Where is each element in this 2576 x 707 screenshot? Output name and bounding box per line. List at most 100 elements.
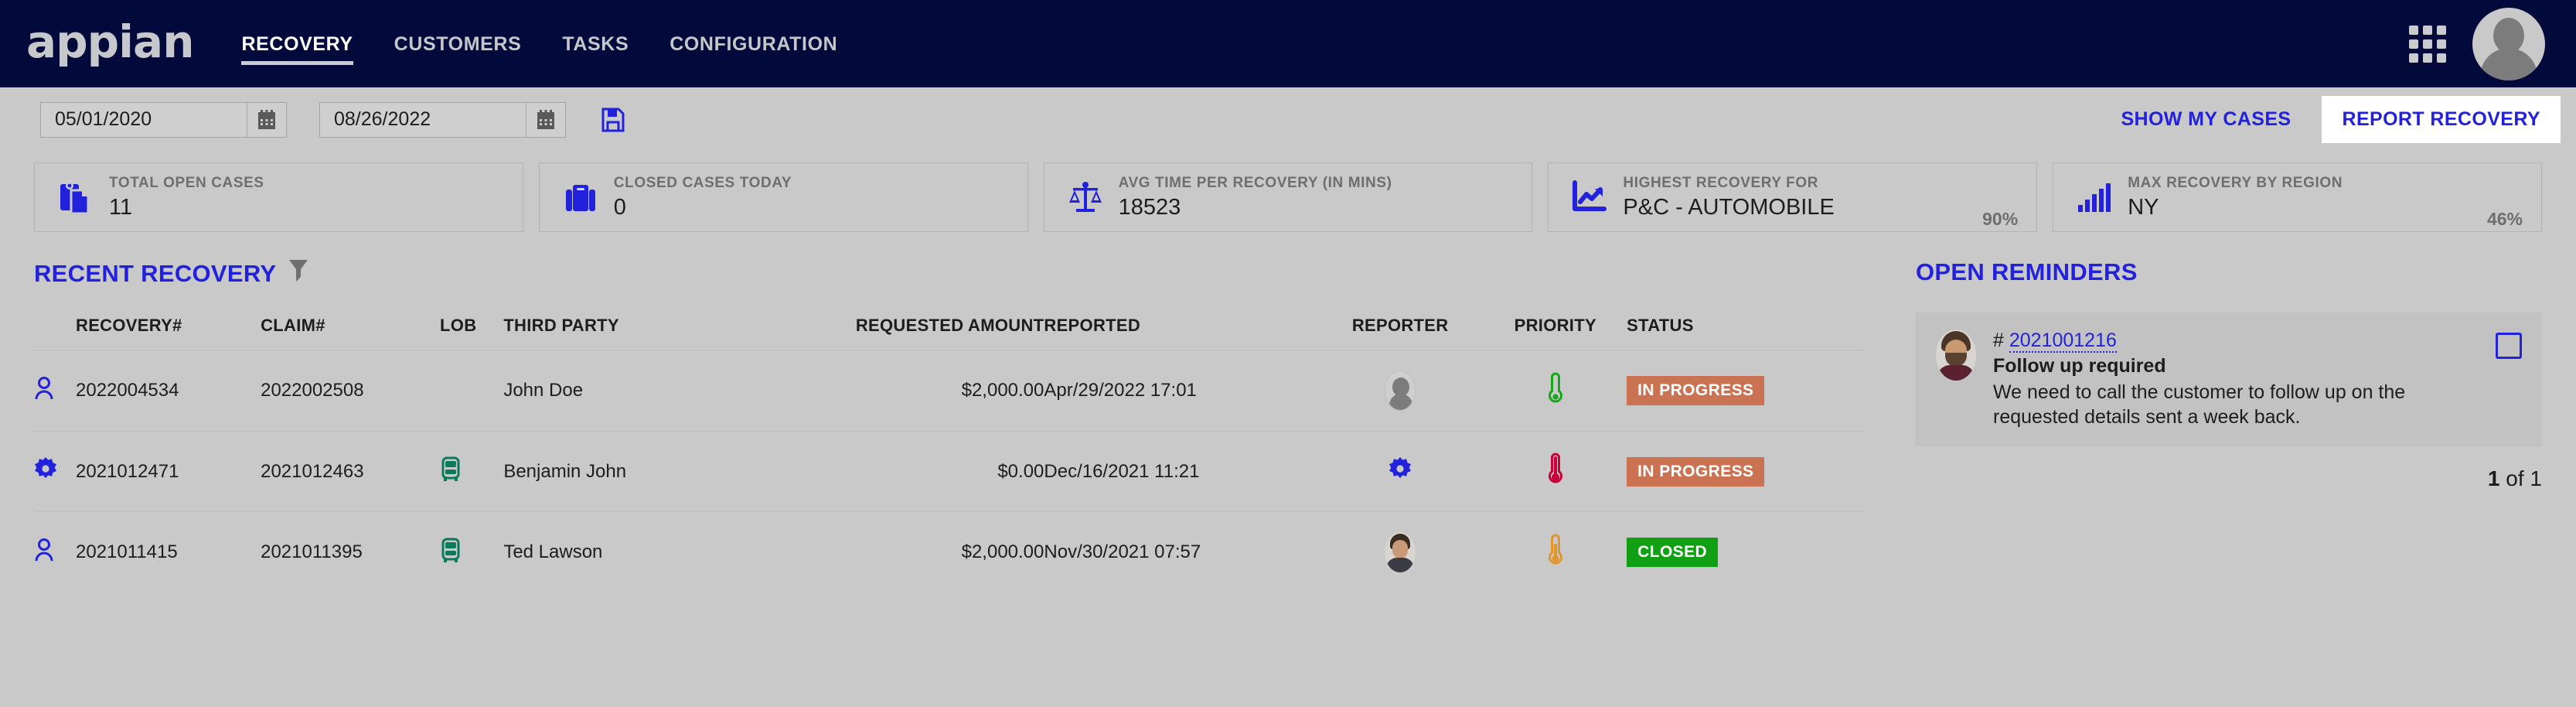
cell-priority bbox=[1484, 431, 1627, 512]
reminder-id-line: # 2021001216 bbox=[1993, 330, 2479, 353]
status-badge: CLOSED bbox=[1627, 538, 1719, 567]
page-current: 1 bbox=[2487, 466, 2500, 490]
col-third-party: THIRD PARTY bbox=[503, 316, 619, 335]
kpi-percent: 46% bbox=[2486, 209, 2523, 229]
reminder-title: Follow up required bbox=[1993, 355, 2166, 377]
cell-lob bbox=[440, 350, 504, 432]
cell-requested-amount: $0.00 bbox=[717, 431, 1044, 512]
filter-bar: SHOW MY CASES REPORT RECOVERY bbox=[0, 87, 2576, 152]
nav-item-configuration[interactable]: CONFIGURATION bbox=[670, 4, 837, 84]
user-avatar[interactable] bbox=[2472, 7, 2545, 80]
briefcase-icon bbox=[558, 180, 603, 214]
cell-status: IN PROGRESS bbox=[1627, 431, 1866, 512]
kpi-card-avg-time-per-recovery[interactable]: AVG TIME PER RECOVERY (IN MINS) 18523 bbox=[1043, 162, 1533, 232]
reminder-body: # 2021001216 Follow up required We need … bbox=[1993, 330, 2479, 429]
main-content: RECENT RECOVERY RECOVERY# CLAIM# LOB THI… bbox=[0, 258, 2576, 593]
start-date-calendar-icon[interactable] bbox=[247, 102, 286, 137]
bar-chart-icon bbox=[2072, 180, 2117, 214]
kpi-body: TOTAL OPEN CASES 11 bbox=[109, 175, 504, 220]
cell-third-party[interactable]: Ted Lawson bbox=[503, 511, 717, 593]
gear-icon bbox=[34, 457, 57, 485]
kpi-card-total-open-cases[interactable]: TOTAL OPEN CASES 11 bbox=[34, 162, 523, 232]
table-header-row: RECOVERY# CLAIM# LOB THIRD PARTY REQUEST… bbox=[34, 316, 1866, 350]
reminder-id-link[interactable]: 2021001216 bbox=[2009, 330, 2117, 353]
thermometer-orange-icon bbox=[1547, 533, 1564, 572]
end-date-input[interactable] bbox=[320, 102, 526, 137]
end-date-calendar-icon[interactable] bbox=[526, 102, 565, 137]
kpi-card-max-recovery-by-region[interactable]: MAX RECOVERY BY REGION NY 46% bbox=[2053, 162, 2542, 232]
cell-claim-number[interactable]: 2021012463 bbox=[261, 431, 441, 512]
cell-recovery-number[interactable]: 2022004534 bbox=[76, 350, 261, 432]
person-photo-avatar bbox=[1936, 330, 1976, 381]
recent-recovery-title: RECENT RECOVERY bbox=[34, 260, 277, 287]
cell-claim-number[interactable]: 2022002508 bbox=[261, 350, 441, 432]
nav-right-actions bbox=[2409, 0, 2545, 87]
nav-item-tasks[interactable]: TASKS bbox=[562, 4, 629, 84]
report-recovery-button[interactable]: REPORT RECOVERY bbox=[2322, 96, 2561, 143]
col-status: STATUS bbox=[1627, 316, 1694, 335]
col-priority: PRIORITY bbox=[1514, 316, 1596, 335]
cell-requested-amount: $2,000.00 bbox=[717, 350, 1044, 432]
page-of-label: of bbox=[2506, 466, 2524, 490]
kpi-body: CLOSED CASES TODAY 0 bbox=[614, 175, 1009, 220]
table-body: 2022004534 2022002508 John Doe $2,000.00… bbox=[34, 350, 1866, 593]
recent-recovery-table: RECOVERY# CLAIM# LOB THIRD PARTY REQUEST… bbox=[34, 316, 1866, 593]
appian-logo: appian bbox=[26, 15, 194, 68]
cell-third-party[interactable]: Benjamin John bbox=[503, 431, 717, 512]
kpi-value: 0 bbox=[613, 194, 626, 220]
open-reminders-section: OPEN REMINDERS # 2021001216 Follow up re… bbox=[1866, 258, 2542, 593]
cell-third-party[interactable]: John Doe bbox=[503, 350, 717, 432]
gear-icon bbox=[1389, 457, 1412, 485]
top-navigation-bar: appian RECOVERY CUSTOMERS TASKS CONFIGUR… bbox=[0, 0, 2576, 87]
cell-claim-number[interactable]: 2021011395 bbox=[261, 511, 441, 593]
line-chart-up-icon bbox=[1567, 180, 1612, 214]
save-icon[interactable] bbox=[601, 108, 625, 132]
table-head: RECOVERY# CLAIM# LOB THIRD PARTY REQUEST… bbox=[34, 316, 1866, 350]
bus-icon bbox=[440, 538, 462, 567]
start-date-input[interactable] bbox=[41, 102, 247, 137]
cell-priority bbox=[1484, 511, 1627, 593]
scales-balance-icon bbox=[1063, 180, 1108, 214]
kpi-body: HIGHEST RECOVERY FOR P&C - AUTOMOBILE bbox=[1623, 175, 1971, 220]
table-row[interactable]: 2021011415 2021011395 Ted Lawson $2,000.… bbox=[34, 511, 1866, 593]
recent-recovery-section: RECENT RECOVERY RECOVERY# CLAIM# LOB THI… bbox=[34, 258, 1866, 593]
filter-funnel-icon[interactable] bbox=[288, 258, 308, 289]
row-type-icon-cell bbox=[34, 511, 76, 593]
person-icon bbox=[34, 538, 54, 566]
nav-item-recovery[interactable]: RECOVERY bbox=[241, 4, 353, 84]
end-date-field[interactable] bbox=[319, 101, 566, 138]
photo-avatar bbox=[1385, 532, 1416, 572]
col-requested-amount: REQUESTED AMOUNT bbox=[855, 316, 1044, 335]
grid-apps-icon[interactable] bbox=[2409, 25, 2446, 63]
col-lob: LOB bbox=[440, 316, 477, 335]
cell-reported: Nov/30/2021 07:57 bbox=[1044, 511, 1317, 593]
hash-symbol: # bbox=[1993, 330, 2004, 351]
row-type-icon-cell bbox=[34, 350, 76, 432]
start-date-field[interactable] bbox=[40, 101, 287, 138]
person-icon bbox=[34, 376, 54, 405]
kpi-value: NY bbox=[2128, 194, 2159, 220]
nav-item-customers[interactable]: CUSTOMERS bbox=[394, 4, 522, 84]
kpi-body: AVG TIME PER RECOVERY (IN MINS) 18523 bbox=[1119, 175, 1514, 220]
cell-reporter bbox=[1316, 350, 1484, 432]
kpi-card-row: TOTAL OPEN CASES 11 CLOSED CASES TODAY 0 bbox=[0, 162, 2576, 232]
show-my-cases-button[interactable]: SHOW MY CASES bbox=[2104, 97, 2308, 142]
cell-reporter bbox=[1316, 431, 1484, 512]
reminder-item[interactable]: # 2021001216 Follow up required We need … bbox=[1916, 313, 2542, 446]
kpi-card-closed-cases-today[interactable]: CLOSED CASES TODAY 0 bbox=[538, 162, 1028, 232]
status-badge: IN PROGRESS bbox=[1627, 456, 1765, 487]
kpi-card-highest-recovery-for[interactable]: HIGHEST RECOVERY FOR P&C - AUTOMOBILE 90… bbox=[1548, 162, 2038, 232]
clipboard-copy-icon bbox=[53, 179, 98, 215]
cell-lob bbox=[440, 431, 504, 512]
table-row[interactable]: 2021012471 2021012463 Benjamin John $0.0… bbox=[34, 431, 1866, 512]
cell-priority bbox=[1484, 350, 1627, 432]
cell-recovery-number[interactable]: 2021011415 bbox=[76, 511, 261, 593]
reminder-checkbox[interactable] bbox=[2496, 333, 2522, 359]
kpi-label: AVG TIME PER RECOVERY (IN MINS) bbox=[1118, 174, 1392, 191]
cell-recovery-number[interactable]: 2021012471 bbox=[76, 431, 261, 512]
table-row[interactable]: 2022004534 2022002508 John Doe $2,000.00… bbox=[34, 350, 1866, 432]
thermometer-red-icon bbox=[1547, 453, 1564, 490]
recent-recovery-header: RECENT RECOVERY bbox=[34, 258, 1866, 289]
status-badge: IN PROGRESS bbox=[1627, 376, 1765, 405]
open-reminders-title: OPEN REMINDERS bbox=[1916, 258, 2138, 285]
